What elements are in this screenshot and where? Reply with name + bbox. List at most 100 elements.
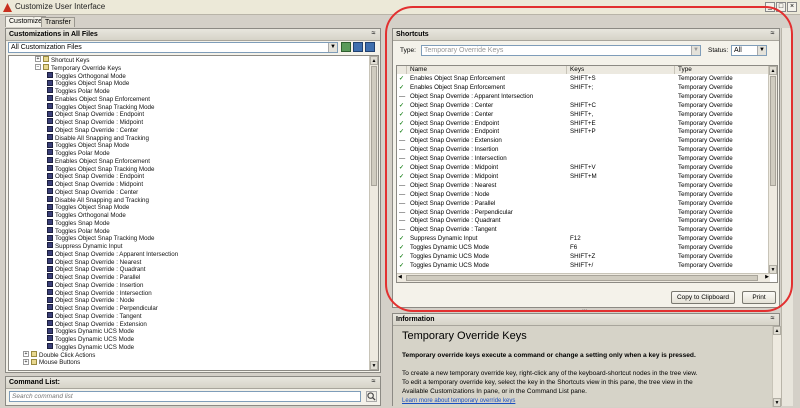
close-button[interactable]: × bbox=[787, 2, 797, 12]
collapse-icon[interactable]: ≈ bbox=[369, 30, 378, 39]
table-row[interactable]: — Object Snap Override : Perpendicular Tem… bbox=[397, 209, 770, 217]
scroll-down-icon[interactable]: ▼ bbox=[773, 398, 781, 407]
scroll-left-icon[interactable]: ◀ bbox=[398, 274, 402, 280]
copy-to-clipboard-button[interactable]: Copy to Clipboard bbox=[671, 291, 735, 304]
search-icon[interactable] bbox=[366, 391, 377, 402]
tree-item[interactable]: Toggles Polar Mode bbox=[47, 87, 110, 96]
tree-item[interactable]: Object Snap Override : Tangent bbox=[47, 312, 142, 321]
collapse-icon[interactable]: ≈ bbox=[768, 30, 777, 39]
collapse-node-icon[interactable]: − bbox=[35, 64, 41, 71]
tree-item[interactable]: Toggles Object Snap Tracking Mode bbox=[47, 102, 154, 112]
table-row[interactable]: — Object Snap Override : Parallel Temporar… bbox=[397, 200, 770, 208]
tree-item[interactable]: Toggles Object Snap Mode bbox=[47, 141, 129, 150]
scroll-up-icon[interactable]: ▲ bbox=[773, 326, 781, 335]
column-type[interactable]: Type bbox=[675, 66, 770, 74]
chevron-down-icon[interactable]: ▼ bbox=[691, 46, 700, 55]
scroll-thumb[interactable] bbox=[770, 76, 776, 186]
info-scrollbar[interactable]: ▲ ▼ bbox=[772, 326, 781, 407]
table-row[interactable]: ✓ Object Snap Override : Center SHIFT+C Tem… bbox=[397, 102, 770, 110]
tree-item[interactable]: Object Snap Override : Center bbox=[47, 188, 138, 197]
open-file-icon[interactable] bbox=[341, 42, 351, 52]
tree-item[interactable]: Toggles Dynamic UCS Mode bbox=[47, 327, 134, 336]
table-row[interactable]: — Object Snap Override : Intersection Temp… bbox=[397, 155, 770, 163]
table-row[interactable]: — Object Snap Override : Insertion Tempora… bbox=[397, 146, 770, 154]
table-row[interactable]: — Object Snap Override : Node Temporary Ov… bbox=[397, 191, 770, 199]
table-row[interactable]: ✓ Toggles Dynamic UCS Mode F6 Temporary Ove… bbox=[397, 244, 770, 252]
tab-transfer[interactable]: Transfer bbox=[41, 17, 75, 27]
table-row[interactable]: ✓ Enables Object Snap Enforcement SHIFT+S T… bbox=[397, 75, 770, 83]
tree-item[interactable]: Object Snap Override : Midpoint bbox=[47, 180, 143, 189]
scroll-up-icon[interactable]: ▲ bbox=[769, 66, 777, 75]
tree-item[interactable]: Object Snap Override : Nearest bbox=[47, 257, 141, 267]
chevron-down-icon[interactable]: ▼ bbox=[757, 46, 766, 55]
table-row[interactable]: ✓ Toggles Dynamic UCS Mode SHIFT+Z Temporar… bbox=[397, 253, 770, 261]
tree-item[interactable]: Toggles Object Snap Tracking Mode bbox=[47, 234, 154, 243]
table-row[interactable]: ✓ Object Snap Override : Center SHIFT+, Tem… bbox=[397, 111, 770, 119]
tree-item[interactable]: Enables Object Snap Enforcement bbox=[47, 157, 150, 166]
tree-item[interactable]: Toggles Polar Mode bbox=[47, 226, 110, 236]
tree-item[interactable]: Toggles Dynamic UCS Mode bbox=[47, 335, 134, 344]
tree-item[interactable]: Toggles Snap Mode bbox=[47, 219, 110, 228]
tree-item[interactable]: Object Snap Override : Insertion bbox=[47, 281, 143, 290]
tree-item[interactable]: Toggles Orthogonal Mode bbox=[47, 71, 126, 81]
expand-icon[interactable]: + bbox=[35, 56, 41, 63]
maximize-button[interactable]: □ bbox=[776, 2, 786, 12]
tree-item[interactable]: Object Snap Override : Quadrant bbox=[47, 265, 145, 274]
tab-customize[interactable]: Customize bbox=[5, 16, 47, 27]
scroll-up-icon[interactable]: ▲ bbox=[370, 56, 378, 65]
learn-more-link[interactable]: Learn more about temporary override keys bbox=[402, 398, 515, 404]
tree-item[interactable]: Disable All Snapping and Tracking bbox=[47, 195, 149, 205]
type-select[interactable]: Temporary Override Keys ▼ bbox=[421, 45, 701, 56]
tree-item[interactable]: Toggles Object Snap Mode bbox=[47, 203, 129, 212]
table-hscrollbar[interactable]: ◀ ▶ bbox=[397, 273, 770, 282]
hscroll-thumb[interactable] bbox=[406, 275, 758, 281]
tree-item[interactable]: Toggles Dynamic UCS Mode bbox=[47, 343, 134, 352]
save-icon[interactable] bbox=[353, 42, 363, 52]
expand-icon[interactable]: + bbox=[23, 358, 29, 365]
tree-item[interactable]: Object Snap Override : Perpendicular bbox=[47, 304, 158, 313]
expand-icon[interactable]: + bbox=[23, 350, 29, 357]
tree-item[interactable]: Object Snap Override : Node bbox=[47, 296, 134, 305]
column-name[interactable]: Name bbox=[407, 66, 567, 74]
table-row[interactable]: — Object Snap Override : Quadrant Temporar… bbox=[397, 217, 770, 225]
tree-item[interactable]: Disable All Snapping and Tracking bbox=[47, 133, 149, 143]
customization-tree[interactable]: + Shortcut Keys − Temporary Override Keys To… bbox=[8, 55, 379, 371]
tree-scrollbar[interactable]: ▲ ▼ bbox=[369, 56, 378, 370]
tree-item[interactable]: Object Snap Override : Parallel bbox=[47, 273, 140, 282]
table-row[interactable]: ✓ Object Snap Override : Midpoint SHIFT+M T… bbox=[397, 173, 770, 181]
tree-item[interactable]: + Mouse Buttons bbox=[23, 358, 80, 367]
collapse-icon[interactable]: ≈ bbox=[369, 378, 378, 387]
tree-item[interactable]: Suppress Dynamic Input bbox=[47, 242, 122, 251]
outer-scrollbar[interactable] bbox=[781, 28, 793, 406]
tree-item[interactable]: Toggles Polar Mode bbox=[47, 149, 110, 158]
table-row[interactable]: ✓ Object Snap Override : Endpoint SHIFT+E T… bbox=[397, 120, 770, 128]
table-row[interactable]: ✓ Toggles Dynamic UCS Mode SHIFT+/ Temporar… bbox=[397, 262, 770, 270]
table-row[interactable]: ✓ Object Snap Override : Endpoint SHIFT+P T… bbox=[397, 128, 770, 136]
tree-item[interactable]: Toggles Object Snap Tracking Mode bbox=[47, 164, 154, 174]
scroll-down-icon[interactable]: ▼ bbox=[769, 265, 777, 274]
customization-file-select[interactable]: All Customization Files ▼ bbox=[8, 42, 338, 53]
tree-item[interactable]: Toggles Object Snap Mode bbox=[47, 79, 129, 88]
scroll-down-icon[interactable]: ▼ bbox=[370, 361, 378, 370]
minimize-button[interactable]: _ bbox=[765, 2, 775, 12]
table-row[interactable]: ✓ Suppress Dynamic Input F12 Temporary Over… bbox=[397, 235, 770, 243]
status-select[interactable]: All ▼ bbox=[731, 45, 767, 56]
table-row[interactable]: — Object Snap Override : Apparent Interse… bbox=[397, 93, 770, 101]
tree-item[interactable]: Object Snap Override : Endpoint bbox=[47, 172, 144, 181]
command-search-input[interactable] bbox=[9, 391, 361, 402]
tree-item[interactable]: Enables Object Snap Enforcement bbox=[47, 95, 150, 104]
table-row[interactable]: — Object Snap Override : Nearest Temporary… bbox=[397, 182, 770, 190]
scroll-thumb[interactable] bbox=[371, 66, 377, 186]
save-as-icon[interactable] bbox=[365, 42, 375, 52]
table-row[interactable]: — Object Snap Override : Extension Tempora… bbox=[397, 137, 770, 145]
chevron-down-icon[interactable]: ▼ bbox=[328, 43, 337, 52]
tree-item[interactable]: Object Snap Override : Midpoint bbox=[47, 118, 143, 127]
table-row[interactable]: — Object Snap Override : Tangent Temporary… bbox=[397, 226, 770, 234]
table-row[interactable]: ✓ Enables Object Snap Enforcement SHIFT+; T… bbox=[397, 84, 770, 92]
tree-item[interactable]: Object Snap Override : Apparent Intersec… bbox=[47, 250, 178, 259]
tree-item[interactable]: Object Snap Override : Intersection bbox=[47, 288, 152, 298]
print-button[interactable]: Print bbox=[742, 291, 776, 304]
tree-item[interactable]: Object Snap Override : Endpoint bbox=[47, 110, 144, 119]
table-row[interactable]: ✓ Object Snap Override : Midpoint SHIFT+V T… bbox=[397, 164, 770, 172]
scroll-right-icon[interactable]: ▶ bbox=[765, 274, 769, 280]
